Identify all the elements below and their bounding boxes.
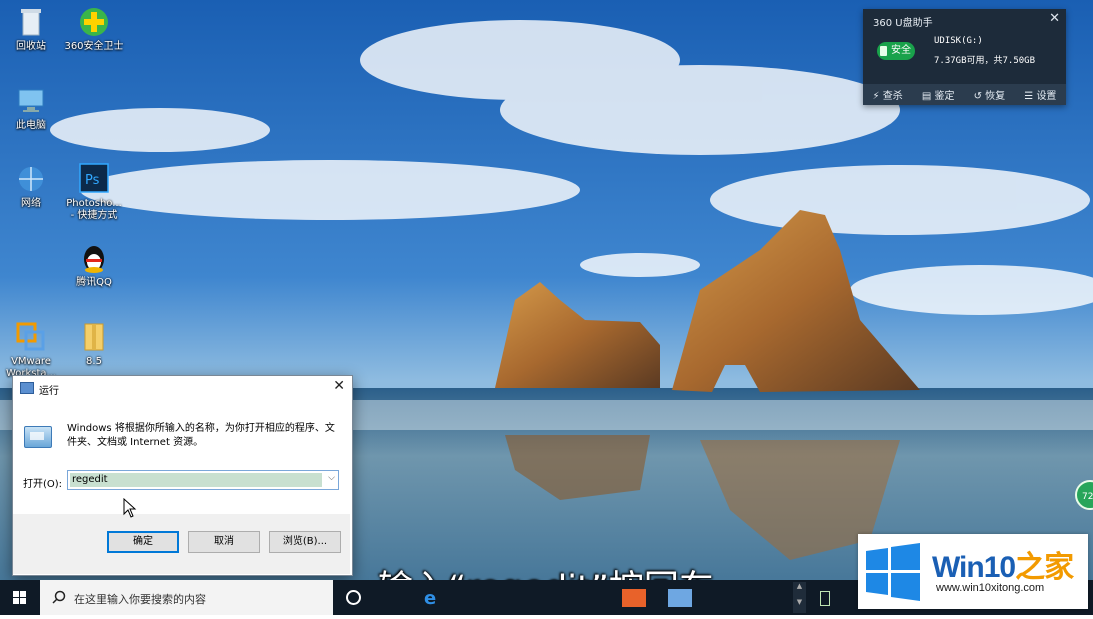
desktop-icon-label: 网络: [21, 198, 41, 209]
udisk-helper-panel: 360 U盘助手 ✕ 安全 UDISK(G:) 7.37GB可用，共7.50GB…: [863, 9, 1066, 105]
windows-logo-icon: [866, 543, 920, 601]
open-input[interactable]: regedit: [70, 473, 322, 487]
qq-penguin-icon: [77, 241, 111, 275]
desktop-icon-folder-85[interactable]: 8.5: [63, 320, 125, 368]
run-dialog-title: 运行: [39, 386, 59, 397]
cancel-button[interactable]: 取消: [188, 531, 260, 553]
site-watermark: Win10之家 www.win10xitong.com: [858, 534, 1088, 609]
run-dialog-titlebar[interactable]: 运行 ✕: [13, 376, 352, 400]
close-button[interactable]: ✕: [333, 378, 345, 394]
drive-name: UDISK(G:): [934, 36, 983, 46]
desktop-icon-label: 腾讯QQ: [76, 277, 112, 288]
photoshop-icon: Ps: [77, 162, 111, 196]
run-dialog-description: Windows 将根据你所输入的名称，为你打开相应的程序、文件夹、文档或 Int…: [67, 423, 335, 448]
run-program-icon: [24, 426, 52, 448]
tray-scroll-icon[interactable]: ▲ ▼: [793, 582, 806, 613]
safe-status-badge: 安全: [877, 42, 915, 60]
vmware-icon: [14, 320, 48, 354]
desktop-icon-360-safe[interactable]: 360安全卫士: [63, 5, 125, 53]
browse-button[interactable]: 浏览(B)...: [269, 531, 341, 553]
restore-button[interactable]: ↺ 恢复: [974, 87, 1006, 102]
computer-icon: [14, 84, 48, 118]
mouse-cursor-icon: [123, 498, 137, 518]
close-icon[interactable]: ✕: [1049, 11, 1060, 26]
search-icon: [52, 590, 66, 607]
search-placeholder: 在这里输入你要搜索的内容: [74, 593, 206, 606]
360-safe-icon: [77, 5, 111, 39]
udisk-panel-title: 360 U盘助手: [873, 18, 933, 29]
desktop-icon-qq[interactable]: 腾讯QQ: [63, 241, 125, 289]
desktop-icon-vmware[interactable]: VMware Worksta...: [0, 320, 62, 380]
udisk-toolbar: ⚡ 查杀 ▤ 鉴定 ↺ 恢复 ☰ 设置: [863, 84, 1066, 105]
desktop-icon-label: 360安全卫士: [64, 41, 124, 52]
desktop-icon-label: Photosho...: [66, 198, 122, 209]
ok-button[interactable]: 确定: [107, 531, 179, 553]
windows-logo-icon: [13, 591, 26, 604]
battery-icon[interactable]: [820, 591, 830, 606]
edge-browser-icon[interactable]: e: [424, 588, 436, 609]
desktop-icon-label: 回收站: [16, 41, 46, 52]
desktop-icon-photoshop[interactable]: Ps Photosho... - 快捷方式: [63, 162, 125, 222]
run-dialog: 运行 ✕ Windows 将根据你所输入的名称，为你打开相应的程序、文件夹、文档…: [12, 375, 353, 576]
run-taskbar-icon[interactable]: [668, 589, 692, 607]
desktop-icon-label: 此电脑: [16, 120, 46, 131]
svg-text:Ps: Ps: [85, 173, 100, 188]
desktop-icon-network[interactable]: 网络: [0, 162, 62, 210]
cortana-icon[interactable]: [346, 590, 361, 605]
run-app-icon: [20, 382, 34, 394]
identify-button[interactable]: ▤ 鉴定: [922, 87, 955, 102]
desktop-icon-label: 8.5: [86, 356, 102, 367]
usb-plug-icon: [880, 46, 887, 56]
open-combobox[interactable]: regedit ⌵: [67, 470, 339, 490]
desktop-icon-label-line2: - 快捷方式: [70, 210, 118, 221]
run-dialog-footer: 确定 取消 浏览(B)...: [13, 514, 350, 574]
open-field-label: 打开(O):: [23, 479, 63, 490]
desktop-icon-this-pc[interactable]: 此电脑: [0, 84, 62, 132]
desktop-icon-label: VMware: [11, 356, 51, 367]
drive-capacity: 7.37GB可用，共7.50GB: [934, 56, 1036, 66]
folder-icon: [77, 320, 111, 354]
chevron-down-icon[interactable]: ⌵: [328, 473, 335, 483]
settings-button[interactable]: ☰ 设置: [1024, 87, 1056, 102]
start-button[interactable]: [0, 580, 40, 615]
recycle-bin-icon: [14, 5, 48, 39]
taskbar-search-box[interactable]: 在这里输入你要搜索的内容: [40, 580, 333, 615]
watermark-brand: Win10之家: [932, 551, 1074, 584]
network-icon: [14, 162, 48, 196]
scan-button[interactable]: ⚡ 查杀: [873, 87, 903, 102]
watermark-url: www.win10xitong.com: [936, 582, 1045, 594]
desktop-icon-recycle-bin[interactable]: 回收站: [0, 5, 62, 53]
taskbar-app-icon[interactable]: [622, 589, 646, 607]
